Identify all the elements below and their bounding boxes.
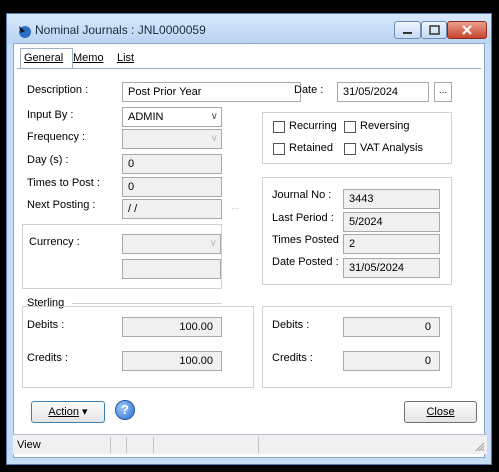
days-input[interactable]: 0 — [122, 154, 222, 174]
journal-app-icon — [19, 26, 31, 38]
date-posted-label: Date Posted : — [272, 256, 339, 268]
tab-general[interactable]: General — [20, 48, 73, 69]
reversing-checkbox[interactable] — [344, 121, 356, 133]
currency-debits-value: 0 — [343, 317, 440, 337]
sterling-debits-value: 100.00 — [122, 317, 222, 337]
input-by-value: ADMIN — [128, 111, 164, 123]
close-button[interactable]: Close — [404, 401, 477, 423]
next-posting-label: Next Posting : — [27, 199, 96, 211]
tab-memo-label: Memo — [73, 52, 104, 64]
input-by-select[interactable]: ADMIN ∨ — [122, 107, 222, 127]
sterling-debits-label: Debits : — [27, 319, 65, 331]
window-title: Nominal Journals : JNL0000059 — [35, 23, 206, 37]
times-to-post-input[interactable]: 0 — [122, 177, 222, 197]
chevron-down-icon: ∨ — [210, 111, 218, 122]
tab-list-label: List — [117, 52, 135, 64]
tab-divider — [17, 68, 481, 69]
days-label: Day (s) : — [27, 154, 69, 166]
retained-label: Retained — [289, 142, 334, 154]
reversing-label: Reversing — [360, 120, 410, 132]
next-posting-button[interactable]: ... — [226, 199, 244, 219]
chevron-down-icon: ∨ — [209, 238, 217, 249]
minimize-button[interactable] — [394, 21, 421, 39]
status-divider — [258, 437, 259, 453]
status-bar: View — [13, 434, 487, 454]
status-text: View — [17, 439, 41, 451]
maximize-icon — [429, 25, 440, 35]
sterling-credits-label: Credits : — [27, 352, 68, 364]
date-label: Date : — [294, 84, 324, 96]
close-window-button[interactable] — [447, 21, 487, 39]
date-posted-value: 31/05/2024 — [343, 258, 440, 278]
vat-analysis-checkbox[interactable] — [344, 143, 356, 155]
vat-analysis-label: VAT Analysis — [360, 142, 423, 154]
title-bar[interactable]: Nominal Journals : JNL0000059 — [7, 14, 491, 44]
action-button[interactable]: Action ▾ — [31, 401, 105, 423]
journal-no-value: 3443 — [343, 189, 440, 209]
minimize-icon — [403, 32, 412, 34]
times-posted-value: 2 — [343, 234, 440, 254]
input-by-label: Input By : — [27, 109, 74, 121]
tab-memo[interactable]: Memo — [70, 50, 112, 66]
action-button-label: Action — [48, 406, 79, 418]
currency-credits-value: 0 — [343, 351, 440, 371]
resize-grip-icon[interactable] — [473, 440, 485, 452]
chevron-down-icon: ∨ — [210, 133, 218, 144]
close-button-label: Close — [426, 406, 455, 418]
date-input[interactable]: 31/05/2024 — [337, 82, 429, 102]
frequency-select[interactable]: ∨ — [122, 129, 222, 149]
sterling-divider — [72, 303, 222, 304]
date-picker-button[interactable]: ... — [434, 82, 452, 102]
description-input[interactable]: Post Prior Year — [122, 82, 301, 102]
maximize-button[interactable] — [421, 21, 447, 39]
description-label: Description : — [27, 84, 89, 96]
currency-debits-label: Debits : — [272, 319, 310, 331]
status-divider — [153, 437, 154, 453]
times-posted-label: Times Posted : — [272, 234, 345, 246]
next-posting-input[interactable]: / / — [122, 199, 222, 219]
currency-credits-label: Credits : — [272, 352, 313, 364]
frequency-label: Frequency : — [27, 131, 86, 143]
status-divider — [110, 437, 111, 453]
status-divider — [126, 437, 127, 453]
retained-checkbox[interactable] — [273, 143, 285, 155]
recurring-checkbox[interactable] — [273, 121, 285, 133]
journal-no-label: Journal No : — [272, 189, 332, 201]
help-icon[interactable]: ? — [115, 400, 135, 420]
chevron-down-icon: ▾ — [82, 406, 88, 418]
currency-label: Currency : — [29, 236, 80, 248]
dialog-body: General Memo List Description : Post Pri… — [13, 43, 485, 458]
tab-list[interactable]: List — [114, 50, 150, 66]
last-period-value: 5/2024 — [343, 212, 440, 232]
close-icon — [462, 25, 472, 35]
last-period-label: Last Period : — [272, 212, 334, 224]
times-to-post-label: Times to Post : — [27, 177, 100, 189]
currency-select[interactable]: ∨ — [122, 234, 221, 254]
tab-general-label: General — [24, 52, 64, 64]
sterling-credits-value: 100.00 — [122, 351, 222, 371]
currency-rate-input[interactable] — [122, 259, 221, 279]
recurring-label: Recurring — [289, 120, 337, 132]
